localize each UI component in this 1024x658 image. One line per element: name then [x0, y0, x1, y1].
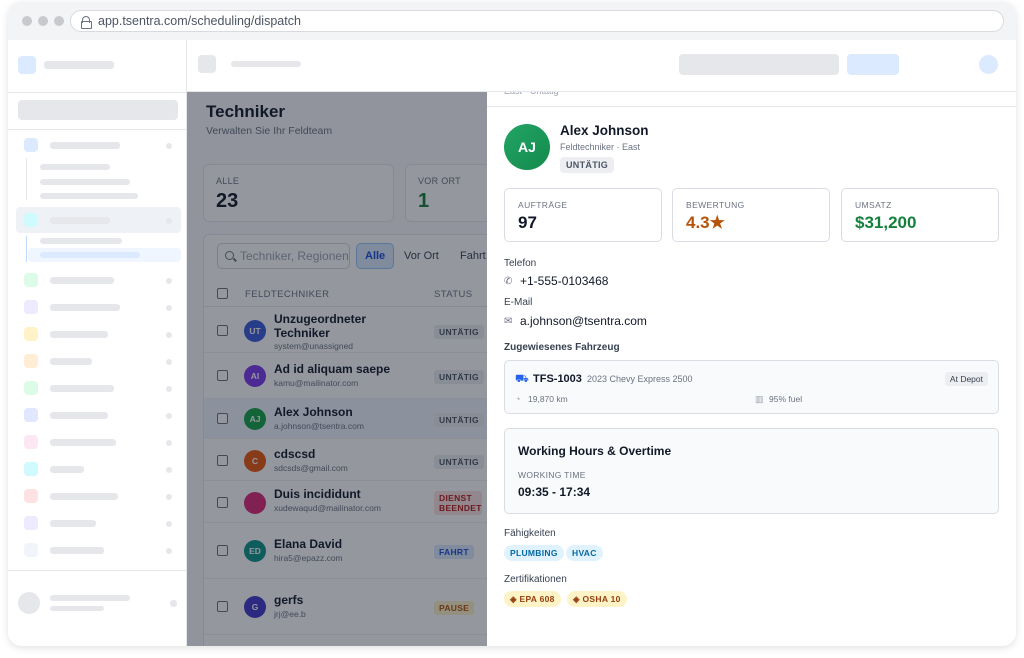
sidebar-subitem-placeholder[interactable]	[40, 193, 138, 199]
vehicle-mileage: 19,870 km	[528, 394, 568, 404]
phone-number: +1-555-0103468	[520, 274, 609, 288]
email-address: a.johnson@tsentra.com	[520, 314, 647, 328]
drawer-header: East · Untätig	[487, 92, 1016, 107]
sidebar-item-icon-placeholder	[24, 138, 38, 152]
skill-tag: PLUMBING	[504, 545, 564, 561]
technician-detail-drawer: East · Untätig AJ Alex Johnson Feldtechn…	[487, 92, 1016, 646]
metric-revenue: UMSATZ $31,200	[841, 188, 999, 242]
vehicle-fuel: 95% fuel	[769, 394, 803, 404]
profile-avatar-placeholder[interactable]	[979, 55, 998, 74]
gauge-icon: ◔	[515, 394, 521, 404]
working-hours-card: Working Hours & Overtime WORKING TIME 09…	[504, 428, 999, 514]
sidebar-item-placeholder[interactable]	[50, 547, 104, 554]
certification-name: OSHA 10	[582, 594, 621, 604]
sidebar-item-placeholder[interactable]	[50, 385, 114, 392]
phone-label: Telefon	[504, 258, 537, 269]
sidebar-item-placeholder[interactable]	[50, 466, 84, 473]
email-value[interactable]: ✉ a.johnson@tsentra.com	[504, 314, 647, 328]
mail-icon: ✉	[504, 315, 513, 327]
certifications-label: Zertifikationen	[504, 574, 567, 585]
sidebar-item-placeholder[interactable]	[50, 358, 92, 365]
metric-value: 4.3★	[686, 213, 725, 232]
metric-jobs: AUFTRÄGE 97	[504, 188, 662, 242]
lock-icon	[81, 15, 92, 29]
metric-label: BEWERTUNG	[686, 200, 745, 210]
certificate-icon: ◈	[510, 594, 520, 604]
sidebar-subitem-placeholder[interactable]	[40, 238, 122, 244]
certification-tag: ◈ OSHA 10	[567, 591, 627, 607]
sidebar-subitem-placeholder[interactable]	[40, 179, 130, 185]
status-badge: UNTÄTIG	[560, 157, 615, 173]
skill-tag: HVAC	[566, 545, 603, 561]
email-label: E-Mail	[504, 297, 533, 308]
app-name-placeholder	[44, 61, 114, 69]
url-text: app.tsentra.com/scheduling/dispatch	[98, 14, 301, 28]
sidebar-item-placeholder[interactable]	[50, 520, 96, 527]
primary-action-placeholder[interactable]	[847, 54, 899, 75]
sidebar-item-placeholder[interactable]	[50, 277, 114, 284]
fuel-icon: ▥	[755, 394, 764, 404]
window-maximize-dot[interactable]	[54, 16, 64, 26]
browser-toolbar: app.tsentra.com/scheduling/dispatch	[8, 2, 1016, 40]
sidebar-item-placeholder[interactable]	[50, 412, 108, 419]
address-bar[interactable]: app.tsentra.com/scheduling/dispatch	[70, 10, 1004, 32]
user-avatar-placeholder[interactable]	[18, 592, 40, 614]
technician-name: Alex Johnson	[560, 123, 649, 138]
vehicle-model: 2023 Chevy Express 2500	[587, 374, 693, 384]
metric-label: AUFTRÄGE	[518, 200, 568, 210]
menu-toggle-placeholder[interactable]	[198, 55, 216, 73]
sidebar-search-placeholder[interactable]	[18, 100, 178, 120]
sidebar-item-placeholder[interactable]	[50, 493, 118, 500]
vehicle-section-label: Zugewiesenes Fahrzeug	[504, 342, 620, 353]
sidebar-item-placeholder[interactable]	[50, 304, 120, 311]
working-time-value: 09:35 - 17:34	[518, 485, 591, 499]
certification-name: EPA 608	[519, 594, 555, 604]
certification-tag: ◈ EPA 608	[504, 591, 561, 607]
breadcrumb-placeholder	[231, 61, 301, 67]
metric-value: $31,200	[855, 213, 917, 232]
metric-rating: BEWERTUNG 4.3★	[672, 188, 830, 242]
vehicle-card[interactable]: ⛟ TFS-1003 2023 Chevy Express 2500 At De…	[504, 360, 999, 414]
vehicle-status-badge: At Depot	[944, 372, 988, 386]
vehicle-id: TFS-1003	[533, 373, 582, 385]
browser-window: app.tsentra.com/scheduling/dispatch Tech…	[8, 2, 1016, 646]
window-minimize-dot[interactable]	[38, 16, 48, 26]
app-window: Techniker Verwalten Sie Ihr Feldteam ALL…	[8, 40, 1016, 646]
technician-avatar: AJ	[504, 124, 550, 170]
technician-role: Feldtechniker · East	[560, 142, 641, 152]
sidebar-item-placeholder[interactable]	[50, 142, 120, 149]
hours-title: Working Hours & Overtime	[518, 444, 672, 458]
phone-value[interactable]: ✆ +1-555-0103468	[504, 274, 608, 288]
logo-placeholder	[18, 56, 36, 74]
sidebar-item-placeholder[interactable]	[50, 331, 108, 338]
metric-value: 97	[518, 213, 537, 232]
modal-backdrop[interactable]	[187, 92, 487, 646]
skills-label: Fähigkeiten	[504, 528, 556, 539]
sidebar-item-placeholder[interactable]	[50, 439, 116, 446]
certificate-icon: ◈	[573, 594, 583, 604]
sidebar-subitem-placeholder[interactable]	[40, 164, 110, 170]
window-close-dot[interactable]	[22, 16, 32, 26]
top-header	[187, 40, 1016, 92]
working-time-label: WORKING TIME	[518, 470, 586, 480]
sidebar	[8, 40, 187, 646]
metric-label: UMSATZ	[855, 200, 892, 210]
global-search-placeholder[interactable]	[679, 54, 839, 75]
van-icon: ⛟	[515, 373, 529, 385]
phone-icon: ✆	[504, 275, 513, 287]
